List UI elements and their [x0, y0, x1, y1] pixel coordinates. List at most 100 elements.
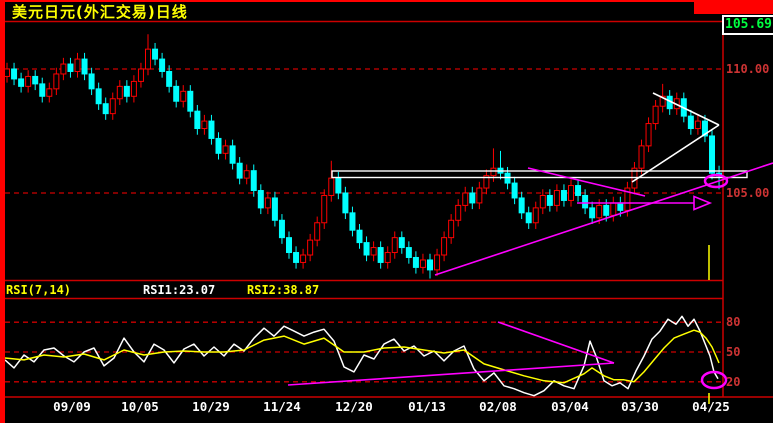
candle-down [250, 170, 257, 192]
x-axis-date-label: 10/29 [192, 399, 230, 414]
candle-down [518, 197, 525, 214]
candle-up [638, 145, 645, 169]
candle-up [391, 237, 398, 254]
candle-up [568, 185, 574, 201]
candle-down [194, 110, 201, 130]
pennant-lower-line[interactable] [631, 124, 720, 183]
candle-up [130, 80, 137, 97]
x-axis-date-label: 12/20 [335, 399, 373, 414]
candle-up [180, 90, 187, 102]
window-left-border [0, 0, 5, 423]
candle-up [53, 73, 60, 90]
candle-up [419, 259, 426, 268]
candle-down [11, 68, 18, 80]
window-control-block[interactable] [694, 0, 773, 14]
candle-down [286, 237, 292, 254]
rsi-axis-label: 50 [726, 345, 741, 359]
candle-down [356, 229, 363, 244]
candle-up [307, 239, 314, 256]
candle-down [102, 103, 109, 115]
candle-up [300, 254, 307, 263]
candle-down [278, 219, 285, 239]
candle-down [349, 212, 356, 231]
resistance-channel-annotation[interactable] [331, 170, 748, 179]
window-top-border [0, 0, 773, 2]
candle-down [469, 192, 476, 204]
candle-up [145, 48, 151, 70]
candle-up [539, 194, 546, 209]
x-axis-date-label: 03/30 [621, 399, 659, 414]
chart-window: 美元日元(外汇交易)日线 105.69 RSI(7,14) RSI1:23.07… [0, 0, 773, 423]
candle-up [384, 252, 391, 263]
candle-up [116, 85, 123, 100]
candle-down [342, 192, 349, 214]
candle-up [476, 187, 483, 204]
candle-down [560, 190, 567, 201]
candle-down [95, 88, 102, 105]
candle-down [412, 256, 419, 268]
candle-down [709, 135, 715, 174]
candle-up [4, 68, 10, 77]
candle-down [187, 90, 194, 112]
candle-up [553, 190, 560, 206]
candle-down [18, 78, 25, 87]
candle-up [645, 123, 652, 147]
candle-up [137, 68, 144, 82]
candle-up [370, 247, 377, 256]
candle-down [123, 85, 130, 97]
candle-up [596, 204, 603, 219]
candle-down [575, 185, 582, 196]
price-axis-label: 110.00 [726, 62, 770, 76]
candle-down [687, 115, 694, 130]
candle-up [60, 63, 67, 75]
candle-down [88, 73, 95, 90]
candle-up [441, 237, 448, 256]
candle-up [321, 194, 328, 224]
candle-down [67, 63, 74, 72]
chart-canvas[interactable] [0, 0, 773, 423]
x-axis-date-label: 09/09 [53, 399, 91, 414]
candle-up [455, 204, 462, 221]
candle-down [215, 137, 222, 154]
candle-down [398, 237, 405, 249]
candle-up [109, 98, 116, 115]
candle-up [610, 202, 617, 216]
candle-up [328, 177, 335, 196]
horizontal-arrow-head[interactable] [693, 195, 713, 211]
candle-down [229, 145, 236, 164]
x-axis-date-label: 04/25 [692, 399, 730, 414]
candle-up [694, 120, 701, 130]
rsi-descending-trendline[interactable] [497, 321, 615, 364]
candle-up [532, 207, 539, 224]
candle-down [525, 212, 532, 224]
candle-down [589, 207, 596, 219]
candle-down [427, 259, 433, 271]
candle-down [208, 120, 215, 139]
last-price-value: 105.69 [725, 17, 772, 32]
candle-down [377, 247, 384, 263]
candle-down [236, 162, 243, 179]
candle-down [582, 194, 589, 209]
candle-up [434, 254, 441, 271]
candle-up [490, 167, 497, 177]
x-axis-date-label: 10/05 [121, 399, 159, 414]
candle-down [159, 58, 166, 72]
candle-down [546, 194, 553, 206]
candle-down [81, 58, 88, 75]
candle-up [222, 145, 229, 154]
rsi-indicator-label[interactable]: RSI(7,14) [6, 284, 71, 296]
candle-down [335, 177, 342, 194]
rsi-axis-label: 80 [726, 315, 741, 330]
x-axis-date-label: 11/24 [263, 399, 301, 414]
last-price-box: 105.69 [722, 15, 773, 35]
candle-down [173, 85, 180, 102]
rsi1-value-label: RSI1:23.07 [143, 283, 216, 297]
x-axis-date-label: 03/04 [551, 399, 589, 414]
candle-down [271, 197, 278, 221]
candle-down [617, 202, 624, 211]
x-axis-date-label: 01/13 [408, 399, 446, 414]
candle-down [603, 204, 610, 216]
candle-up [462, 192, 469, 206]
candle-down [152, 48, 159, 60]
price-axis-label: 105.00 [726, 186, 770, 200]
